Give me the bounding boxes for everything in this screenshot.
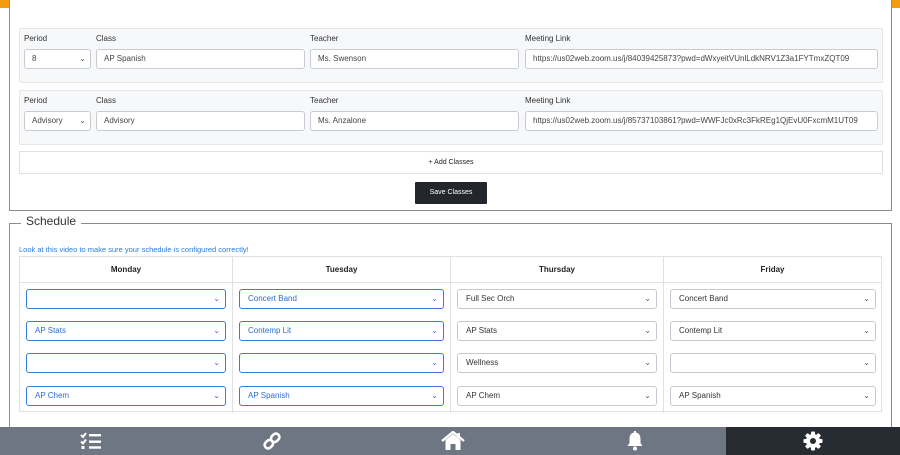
schedule-select-monday[interactable]: AP Chem ⌄ (26, 386, 226, 406)
period-value: Advisory (32, 116, 63, 125)
chevron-down-icon: ⌄ (863, 358, 870, 367)
schedule-select-value: Contemp Lit (248, 326, 292, 335)
period-label: Period (24, 34, 48, 43)
chevron-down-icon: ⌄ (863, 326, 870, 335)
teacher-input[interactable]: Ms. Swenson (310, 49, 519, 69)
header-divider (20, 282, 881, 283)
schedule-select-value: Full Sec Orch (466, 294, 515, 303)
schedule-select-monday[interactable]: ⌄ (26, 353, 226, 373)
meeting-link-input[interactable]: https://us02web.zoom.us/j/85737103861?pw… (525, 111, 878, 131)
schedule-table: Monday Tuesday Thursday Friday ⌄ Concert… (19, 256, 882, 413)
class-input[interactable]: AP Spanish (96, 49, 305, 69)
chevron-down-icon: ⌄ (79, 54, 86, 63)
period-value: 8 (32, 54, 37, 63)
class-label: Class (96, 34, 117, 43)
chevron-down-icon: ⌄ (431, 391, 438, 400)
schedule-select-thursday[interactable]: Full Sec Orch ⌄ (457, 289, 657, 309)
period-select[interactable]: 8 ⌄ (24, 49, 91, 69)
schedule-select-value: Concert Band (248, 294, 297, 303)
bottom-nav (0, 427, 900, 455)
schedule-select-tuesday[interactable]: Concert Band ⌄ (239, 289, 444, 309)
meeting-link-label: Meeting Link (525, 96, 571, 105)
period-label: Period (24, 96, 48, 105)
schedule-title: Schedule (21, 214, 82, 228)
bell-icon (627, 431, 643, 451)
chevron-down-icon: ⌄ (79, 116, 86, 125)
schedule-select-friday[interactable]: Concert Band ⌄ (670, 289, 876, 309)
schedule-select-value: AP Spanish (248, 391, 290, 400)
schedule-select-value: AP Chem (466, 391, 501, 400)
home-icon (441, 431, 465, 450)
schedule-select-value: Wellness (466, 358, 499, 367)
link-icon (263, 432, 281, 450)
schedule-select-value: AP Chem (35, 391, 70, 400)
nav-home[interactable] (362, 427, 544, 455)
schedule-select-value: AP Spanish (679, 391, 721, 400)
chevron-down-icon: ⌄ (431, 358, 438, 367)
gear-icon (803, 431, 823, 451)
classes-card: Period Class Teacher Meeting Link 8 ⌄ AP… (9, 0, 892, 211)
nav-settings[interactable] (726, 427, 900, 455)
schedule-select-value: Contemp Lit (679, 326, 723, 335)
chevron-down-icon: ⌄ (863, 391, 870, 400)
nav-tasks[interactable] (0, 427, 182, 455)
checklist-icon (80, 432, 101, 449)
chevron-down-icon: ⌄ (431, 294, 438, 303)
day-header-tuesday: Tuesday (325, 265, 358, 274)
schedule-select-thursday[interactable]: AP Stats ⌄ (457, 321, 657, 341)
schedule-select-tuesday[interactable]: ⌄ (239, 353, 444, 373)
chevron-down-icon: ⌄ (213, 294, 220, 303)
class-row: Period Class Teacher Meeting Link Adviso… (19, 90, 883, 145)
schedule-select-thursday[interactable]: Wellness ⌄ (457, 353, 657, 373)
schedule-select-monday[interactable]: ⌄ (26, 289, 226, 309)
schedule-select-value: AP Stats (35, 326, 66, 335)
teacher-label: Teacher (310, 96, 339, 105)
class-input[interactable]: Advisory (96, 111, 305, 131)
chevron-down-icon: ⌄ (644, 391, 651, 400)
schedule-select-tuesday[interactable]: Contemp Lit ⌄ (239, 321, 444, 341)
period-select[interactable]: Advisory ⌄ (24, 111, 91, 131)
column-divider (663, 257, 664, 413)
nav-links[interactable] (182, 427, 362, 455)
schedule-select-friday[interactable]: AP Spanish ⌄ (670, 386, 876, 406)
save-classes-button[interactable]: Save Classes (415, 182, 487, 204)
schedule-select-friday[interactable]: ⌄ (670, 353, 876, 373)
teacher-input[interactable]: Ms. Anzalone (310, 111, 519, 131)
chevron-down-icon: ⌄ (431, 326, 438, 335)
chevron-down-icon: ⌄ (213, 326, 220, 335)
schedule-select-tuesday[interactable]: AP Spanish ⌄ (239, 386, 444, 406)
nav-notifications[interactable] (544, 427, 726, 455)
class-label: Class (96, 96, 117, 105)
day-header-monday: Monday (110, 265, 142, 274)
schedule-select-thursday[interactable]: AP Chem ⌄ (457, 386, 657, 406)
schedule-select-monday[interactable]: AP Stats ⌄ (26, 321, 226, 341)
schedule-select-value: Concert Band (679, 294, 728, 303)
chevron-down-icon: ⌄ (863, 294, 870, 303)
meeting-link-input[interactable]: https://us02web.zoom.us/j/84039425873?pw… (525, 49, 878, 69)
chevron-down-icon: ⌄ (644, 294, 651, 303)
schedule-video-link[interactable]: Look at this video to make sure your sch… (19, 245, 249, 254)
chevron-down-icon: ⌄ (644, 326, 651, 335)
chevron-down-icon: ⌄ (213, 391, 220, 400)
chevron-down-icon: ⌄ (213, 358, 220, 367)
add-classes-button[interactable]: + Add Classes (19, 151, 883, 174)
chevron-down-icon: ⌄ (644, 358, 651, 367)
schedule-select-friday[interactable]: Contemp Lit ⌄ (670, 321, 876, 341)
column-divider (232, 257, 233, 413)
meeting-link-label: Meeting Link (525, 34, 571, 43)
teacher-label: Teacher (310, 34, 339, 43)
column-divider (450, 257, 451, 413)
class-row: Period Class Teacher Meeting Link 8 ⌄ AP… (19, 28, 883, 83)
day-header-friday: Friday (760, 265, 785, 274)
schedule-select-value: AP Stats (466, 326, 497, 335)
day-header-thursday: Thursday (538, 265, 575, 274)
